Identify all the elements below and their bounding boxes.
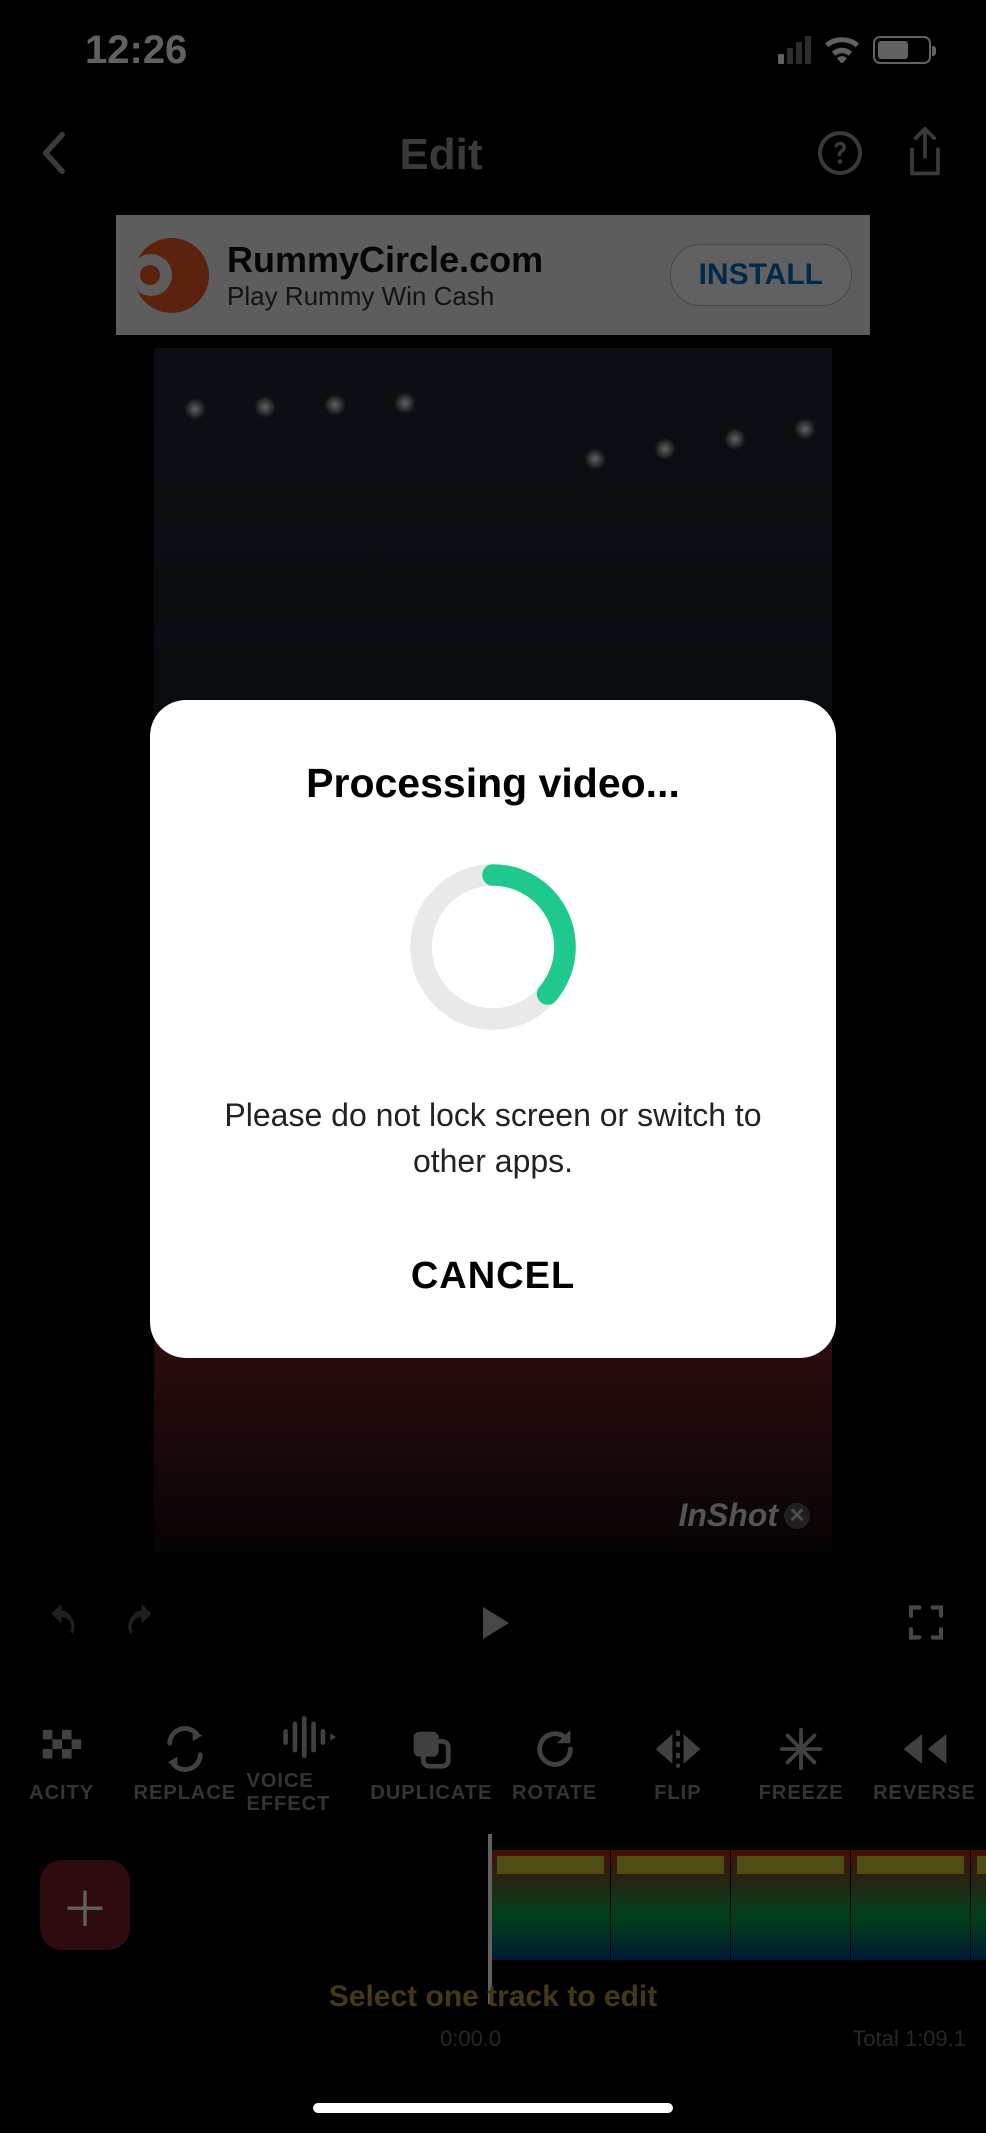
cancel-button[interactable]: CANCEL — [190, 1255, 796, 1298]
modal-title: Processing video... — [190, 760, 796, 807]
progress-spinner-icon — [403, 857, 583, 1037]
modal-message: Please do not lock screen or switch to o… — [190, 1092, 796, 1185]
home-indicator[interactable] — [313, 2103, 673, 2113]
processing-modal: Processing video... Please do not lock s… — [150, 700, 836, 1358]
